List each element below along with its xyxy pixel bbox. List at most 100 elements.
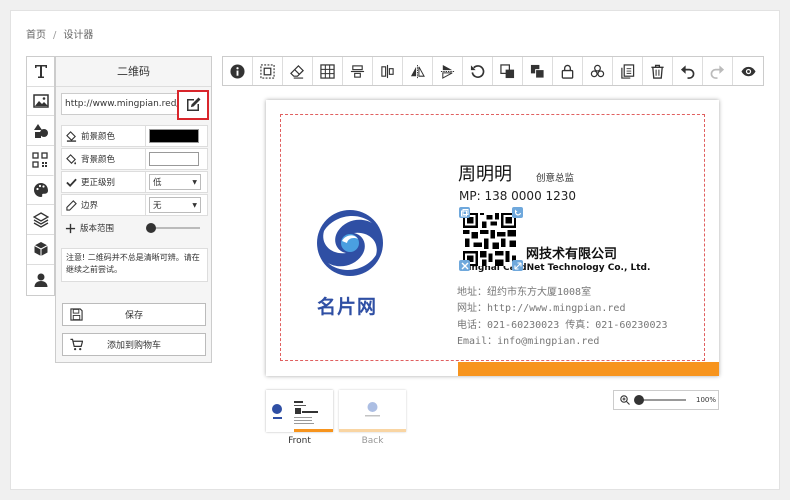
logo-text[interactable]: 名片网 xyxy=(317,292,377,319)
card-address[interactable]: 地址：纽约市东方大厦1008室 xyxy=(457,283,591,298)
rail-item-box[interactable] xyxy=(27,235,54,265)
card-phone[interactable]: 电话：021-60230023 传真：021-60230023 xyxy=(457,316,668,331)
card-name[interactable]: 周明明 xyxy=(458,160,512,186)
save-button[interactable]: 保存 xyxy=(62,303,206,326)
toolbar-rotate-button[interactable] xyxy=(463,57,493,85)
copy-icon xyxy=(460,208,468,216)
chevron-down-icon: ▼ xyxy=(192,201,197,209)
version-slider-knob[interactable] xyxy=(146,223,156,233)
ecc-select[interactable]: 低 ▼ xyxy=(149,174,201,190)
bg-color-swatch[interactable] xyxy=(149,152,199,166)
undo-icon xyxy=(680,64,695,79)
thumbnail-front-label[interactable]: Front xyxy=(266,436,333,446)
thumbnail-front[interactable] xyxy=(266,390,333,432)
fg-color-label: 前景颜色 xyxy=(81,132,116,142)
zoom-value: 100% xyxy=(696,396,717,404)
rail-item-palette[interactable] xyxy=(27,176,54,206)
qrcode-handle-bottom-left[interactable] xyxy=(459,260,470,271)
bring-forward-icon xyxy=(500,63,515,78)
prop-foreground-color: 前景颜色 xyxy=(61,125,208,147)
editor-toolbar xyxy=(222,56,764,86)
toolbar-bring-forward-button[interactable] xyxy=(493,57,523,85)
toolbar-copy-button[interactable] xyxy=(613,57,643,85)
toolbar-group-button[interactable] xyxy=(583,57,613,85)
thumbnail-back-label[interactable]: Back xyxy=(339,436,406,446)
qrcode-url-input[interactable]: http://www.mingpian.red/ xyxy=(61,93,179,115)
user-icon xyxy=(34,273,47,287)
card-email[interactable]: Email：info@mingpian.red xyxy=(457,332,599,347)
info-icon xyxy=(230,63,245,79)
zoom-slider-knob[interactable] xyxy=(634,395,644,405)
background-fill-icon xyxy=(66,153,77,164)
card-mobile[interactable]: MP: 138 0000 1230 xyxy=(459,189,576,203)
group-icon xyxy=(590,64,605,77)
rail-item-user[interactable] xyxy=(27,265,54,295)
ecc-label: 更正级别 xyxy=(81,178,116,188)
zoom-in-icon[interactable] xyxy=(620,395,630,405)
rail-item-text[interactable] xyxy=(27,57,54,87)
resize-icon xyxy=(513,261,522,270)
toolbar-grid-button[interactable] xyxy=(313,57,343,85)
prop-version-range: 版本范围 xyxy=(61,217,208,239)
toolbar-preview-button[interactable] xyxy=(733,57,763,85)
zoom-control: 100% xyxy=(613,390,719,410)
rail-item-qrcode[interactable] xyxy=(27,146,54,176)
add-to-cart-button[interactable]: 添加到购物车 xyxy=(62,333,206,356)
zoom-slider[interactable] xyxy=(634,395,686,405)
toolbar-flip-vertical-button[interactable] xyxy=(433,57,463,85)
prop-border: 边界 无 ▼ xyxy=(61,194,208,216)
card-website[interactable]: 网址：http://www.mingpian.red xyxy=(457,299,625,314)
toolbar-delete-button[interactable] xyxy=(643,57,673,85)
border-select[interactable]: 无 ▼ xyxy=(149,197,201,213)
version-label: 版本范围 xyxy=(80,224,115,234)
toolbar-flip-horizontal-button[interactable] xyxy=(403,57,433,85)
qrcode-note: 注意! 二维码并不总是清晰可辨。请在继续之前尝试。 xyxy=(61,248,208,282)
left-tool-rail xyxy=(26,56,55,296)
preview-icon xyxy=(740,66,756,76)
rotate-icon xyxy=(514,209,521,215)
rail-item-layers[interactable] xyxy=(27,205,54,236)
grid-icon xyxy=(320,63,335,79)
lock-icon xyxy=(561,64,574,79)
border-label: 边界 xyxy=(81,201,99,211)
edit-qrcode-url-button[interactable] xyxy=(177,90,209,120)
version-slider[interactable] xyxy=(146,223,200,233)
qrcode-element[interactable] xyxy=(463,213,516,266)
thumbnail-back[interactable] xyxy=(339,390,406,432)
rail-item-image[interactable] xyxy=(27,87,54,117)
breadcrumb: 首页 / 设计器 xyxy=(26,26,93,41)
business-card-canvas[interactable]: 名片网 周明明 创意总监 MP: 138 0000 1230 网技术有限公司 h… xyxy=(266,100,719,376)
company-logo-icon[interactable] xyxy=(314,203,386,283)
toolbar-undo-button[interactable] xyxy=(673,57,703,85)
toolbar-info-button[interactable] xyxy=(223,57,253,85)
eraser-icon xyxy=(290,64,304,79)
fg-color-swatch[interactable] xyxy=(149,129,199,143)
breadcrumb-separator: / xyxy=(53,30,57,41)
text-icon xyxy=(34,65,47,79)
bg-color-label: 背景颜色 xyxy=(81,155,116,165)
layers-icon xyxy=(32,212,49,228)
toolbar-redo-button[interactable] xyxy=(703,57,733,85)
qrcode-handle-top-right[interactable] xyxy=(512,207,523,218)
cart-icon xyxy=(70,338,83,351)
front-preview-icon xyxy=(272,401,333,432)
toolbar-eraser-button[interactable] xyxy=(283,57,313,85)
prop-error-correction: 更正级别 低 ▼ xyxy=(61,171,208,193)
toolbar-align-center-button[interactable] xyxy=(343,57,373,85)
qrcode-handle-bottom-right[interactable] xyxy=(512,260,523,271)
card-company-cn[interactable]: 网技术有限公司 xyxy=(526,243,617,262)
card-role[interactable]: 创意总监 xyxy=(536,170,574,184)
toolbar-align-middle-button[interactable] xyxy=(373,57,403,85)
toolbar-select-button[interactable] xyxy=(253,57,283,85)
accent-bar[interactable] xyxy=(458,362,719,376)
toolbar-lock-button[interactable] xyxy=(553,57,583,85)
breadcrumb-home[interactable]: 首页 xyxy=(26,30,46,41)
rail-item-shapes[interactable] xyxy=(27,116,54,147)
undo-rotate-icon xyxy=(470,64,485,78)
border-value: 无 xyxy=(153,201,162,211)
fill-bucket-icon xyxy=(66,130,77,142)
panel-title: 二维码 xyxy=(56,57,211,87)
qrcode-handle-top-left[interactable] xyxy=(459,207,470,218)
toolbar-send-backward-button[interactable] xyxy=(523,57,553,85)
palette-icon xyxy=(33,183,48,198)
